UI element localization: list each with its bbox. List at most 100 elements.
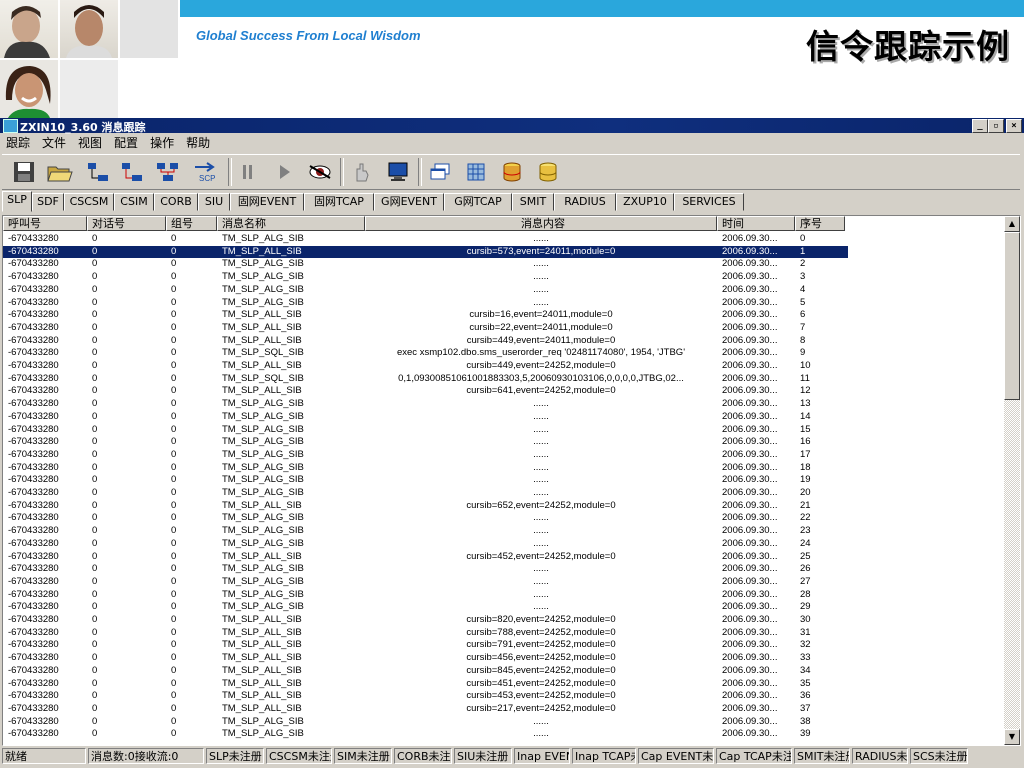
table-row[interactable]: -670433280 0 0 TM_SLP_ALG_SIB...... 2006.09.…: [3, 436, 848, 449]
tab-gevent-8[interactable]: G网EVENT: [374, 193, 444, 211]
table-row[interactable]: -670433280 0 0 TM_SLP_ALG_SIB...... 2006.09.…: [3, 601, 848, 614]
table-row[interactable]: -670433280 0 0 TM_SLP_SQL_SIB 0,1,0930085106…: [3, 373, 848, 386]
tab-siu[interactable]: SIU: [198, 193, 230, 211]
table-row[interactable]: -670433280 0 0 TM_SLP_ALG_SIB...... 2006.09.…: [3, 284, 848, 297]
table-row[interactable]: -670433280 0 0 TM_SLP_ALG_SIB...... 2006.09.…: [3, 487, 848, 500]
menu-file[interactable]: 文件: [36, 133, 72, 151]
database-coin-icon[interactable]: [534, 158, 562, 186]
tab-zxup10[interactable]: ZXUP10: [616, 193, 674, 211]
cell-message-content: ......: [533, 283, 549, 295]
table-row[interactable]: -670433280 0 0 TM_SLP_ALG_SIB...... 2006.09.…: [3, 398, 848, 411]
table-row[interactable]: -670433280 0 0 TM_SLP_ALL_SIB cursib=573,eve…: [3, 244, 849, 260]
scroll-thumb[interactable]: [1004, 232, 1020, 400]
tab-radius[interactable]: RADIUS: [554, 193, 616, 211]
tab-event-6[interactable]: 固网EVENT: [230, 193, 304, 211]
table-row[interactable]: -670433280 0 0 TM_SLP_ALL_SIB cursib=788,eve…: [3, 627, 848, 640]
app-icon: [3, 119, 18, 133]
grid-icon[interactable]: [462, 158, 490, 186]
tab-services[interactable]: SERVICES: [674, 193, 744, 211]
table-row[interactable]: -670433280 0 0 TM_SLP_ALG_SIB...... 2006.09.…: [3, 716, 848, 729]
table-row[interactable]: -670433280 0 0 TM_SLP_ALG_SIB...... 2006.09.…: [3, 512, 848, 525]
table-row[interactable]: -670433280 0 0 TM_SLP_ALG_SIB...... 2006.09.…: [3, 589, 848, 602]
scroll-up-icon[interactable]: ▲: [1004, 216, 1020, 232]
network-group-icon[interactable]: [154, 158, 182, 186]
network-connect-icon[interactable]: [84, 158, 112, 186]
column-header-caller-id[interactable]: 呼叫号: [3, 216, 87, 231]
table-row[interactable]: -670433280 0 0 TM_SLP_ALG_SIB...... 2006.09.…: [3, 462, 848, 475]
table-row[interactable]: -670433280 0 0 TM_SLP_ALL_SIB cursib=449,eve…: [3, 335, 848, 348]
tab-slp[interactable]: SLP: [2, 191, 32, 212]
vertical-scrollbar[interactable]: ▲ ▼: [1004, 216, 1020, 745]
cell-message-content: ......: [533, 588, 549, 600]
menu-view[interactable]: 视图: [72, 133, 108, 151]
restore-button[interactable]: ▫: [988, 119, 1004, 133]
table-row[interactable]: -670433280 0 0 TM_SLP_SQL_SIB exec xsmp102.d…: [3, 347, 848, 360]
table-row[interactable]: -670433280 0 0 TM_SLP_ALL_SIB cursib=791,eve…: [3, 639, 848, 652]
table-row[interactable]: -670433280 0 0 TM_SLP_ALG_SIB...... 2006.09.…: [3, 449, 848, 462]
table-row[interactable]: -670433280 0 0 TM_SLP_ALG_SIB...... 2006.09.…: [3, 258, 848, 271]
column-header-dialog-id[interactable]: 对话号: [87, 216, 166, 231]
table-row[interactable]: -670433280 0 0 TM_SLP_ALL_SIB cursib=453,eve…: [3, 690, 848, 703]
table-row[interactable]: -670433280 0 0 TM_SLP_ALG_SIB...... 2006.09.…: [3, 411, 848, 424]
cell-dialog-id: 0: [92, 487, 98, 498]
scp-transfer-icon[interactable]: SCP: [192, 158, 220, 186]
menu-operate[interactable]: 操作: [144, 133, 180, 151]
close-button[interactable]: ×: [1006, 119, 1022, 133]
tab-sdf[interactable]: SDF: [32, 193, 64, 211]
cell-dialog-id: 0: [92, 448, 98, 460]
minimize-button[interactable]: _: [972, 119, 988, 133]
play-icon[interactable]: [270, 158, 298, 186]
table-row[interactable]: -670433280 0 0 TM_SLP_ALG_SIB...... 2006.09.…: [3, 297, 848, 310]
column-header-group-id[interactable]: 组号: [166, 216, 217, 231]
cell-group-id: 0: [171, 309, 177, 321]
menu-config[interactable]: 配置: [108, 133, 144, 151]
monitor-icon[interactable]: [384, 158, 412, 186]
grid-header: 呼叫号 对话号 组号 消息名称 消息内容 时间 序号: [3, 216, 1003, 232]
tab-cscsm[interactable]: CSCSM: [64, 193, 114, 211]
network-disconnect-icon[interactable]: [118, 158, 146, 186]
table-row[interactable]: -670433280 0 0 TM_SLP_ALL_SIB cursib=845,eve…: [3, 665, 848, 678]
table-row[interactable]: -670433280 0 0 TM_SLP_ALG_SIB...... 2006.09.…: [3, 563, 848, 576]
eye-icon[interactable]: [306, 158, 334, 186]
table-row[interactable]: -670433280 0 0 TM_SLP_ALL_SIB cursib=449,eve…: [3, 360, 848, 373]
table-row[interactable]: -670433280 0 0 TM_SLP_ALG_SIB...... 2006.09.…: [3, 233, 848, 246]
table-row[interactable]: -670433280 0 0 TM_SLP_ALL_SIB cursib=820,eve…: [3, 614, 848, 627]
column-header-message-name[interactable]: 消息名称: [217, 216, 365, 231]
table-row[interactable]: -670433280 0 0 TM_SLP_ALG_SIB...... 2006.09.…: [3, 474, 848, 487]
table-row[interactable]: -670433280 0 0 TM_SLP_ALG_SIB...... 2006.09.…: [3, 576, 848, 589]
tab-corb[interactable]: CORB: [154, 193, 198, 211]
cell-caller-id: -670433280: [8, 372, 59, 384]
table-row[interactable]: -670433280 0 0 TM_SLP_ALL_SIB cursib=16,even…: [3, 309, 848, 322]
menu-help[interactable]: 帮助: [180, 133, 216, 151]
tab-tcap-7[interactable]: 固网TCAP: [304, 193, 374, 211]
table-row[interactable]: -670433280 0 0 TM_SLP_ALG_SIB...... 2006.09.…: [3, 271, 848, 284]
window-copy-icon[interactable]: [426, 158, 454, 186]
window-titlebar[interactable]: ZXIN10_3.60 消息跟踪 _ ▫ ×: [0, 118, 1024, 134]
table-row[interactable]: -670433280 0 0 TM_SLP_ALL_SIB cursib=456,eve…: [3, 652, 848, 665]
table-row[interactable]: -670433280 0 0 TM_SLP_ALL_SIB cursib=452,eve…: [3, 551, 848, 564]
open-folder-icon[interactable]: [46, 158, 74, 186]
menu-trace[interactable]: 跟踪: [0, 133, 36, 151]
tab-gtcap-9[interactable]: G网TCAP: [444, 193, 512, 211]
table-row[interactable]: -670433280 0 0 TM_SLP_ALL_SIB cursib=641,eve…: [3, 385, 848, 398]
filter-hand-icon[interactable]: [348, 158, 376, 186]
database-icon[interactable]: [498, 158, 526, 186]
table-row[interactable]: -670433280 0 0 TM_SLP_ALL_SIB cursib=22,even…: [3, 322, 848, 335]
table-row[interactable]: -670433280 0 0 TM_SLP_ALG_SIB...... 2006.09.…: [3, 424, 848, 437]
pause-icon[interactable]: [234, 158, 262, 186]
table-row[interactable]: -670433280 0 0 TM_SLP_ALL_SIB cursib=451,eve…: [3, 678, 848, 691]
save-icon[interactable]: [10, 158, 38, 186]
table-row[interactable]: -670433280 0 0 TM_SLP_ALG_SIB...... 2006.09.…: [3, 538, 848, 551]
table-row[interactable]: -670433280 0 0 TM_SLP_ALG_SIB...... 2006.09.…: [3, 525, 848, 538]
cell-dialog-id: 0: [92, 372, 98, 384]
table-row[interactable]: -670433280 0 0 TM_SLP_ALL_SIB cursib=217,eve…: [3, 703, 848, 716]
column-header-message-content[interactable]: 消息内容: [365, 216, 717, 231]
column-header-time[interactable]: 时间: [717, 216, 795, 231]
tab-csim[interactable]: CSIM: [114, 193, 154, 211]
table-row[interactable]: -670433280 0 0 TM_SLP_ALL_SIB cursib=652,eve…: [3, 500, 848, 513]
column-header-seq[interactable]: 序号: [795, 216, 845, 231]
scroll-down-icon[interactable]: ▼: [1004, 729, 1020, 745]
table-row[interactable]: -670433280 0 0 TM_SLP_ALG_SIB...... 2006.09.…: [3, 728, 848, 741]
tab-smit[interactable]: SMIT: [512, 193, 554, 211]
cell-seq: 26: [800, 563, 811, 575]
